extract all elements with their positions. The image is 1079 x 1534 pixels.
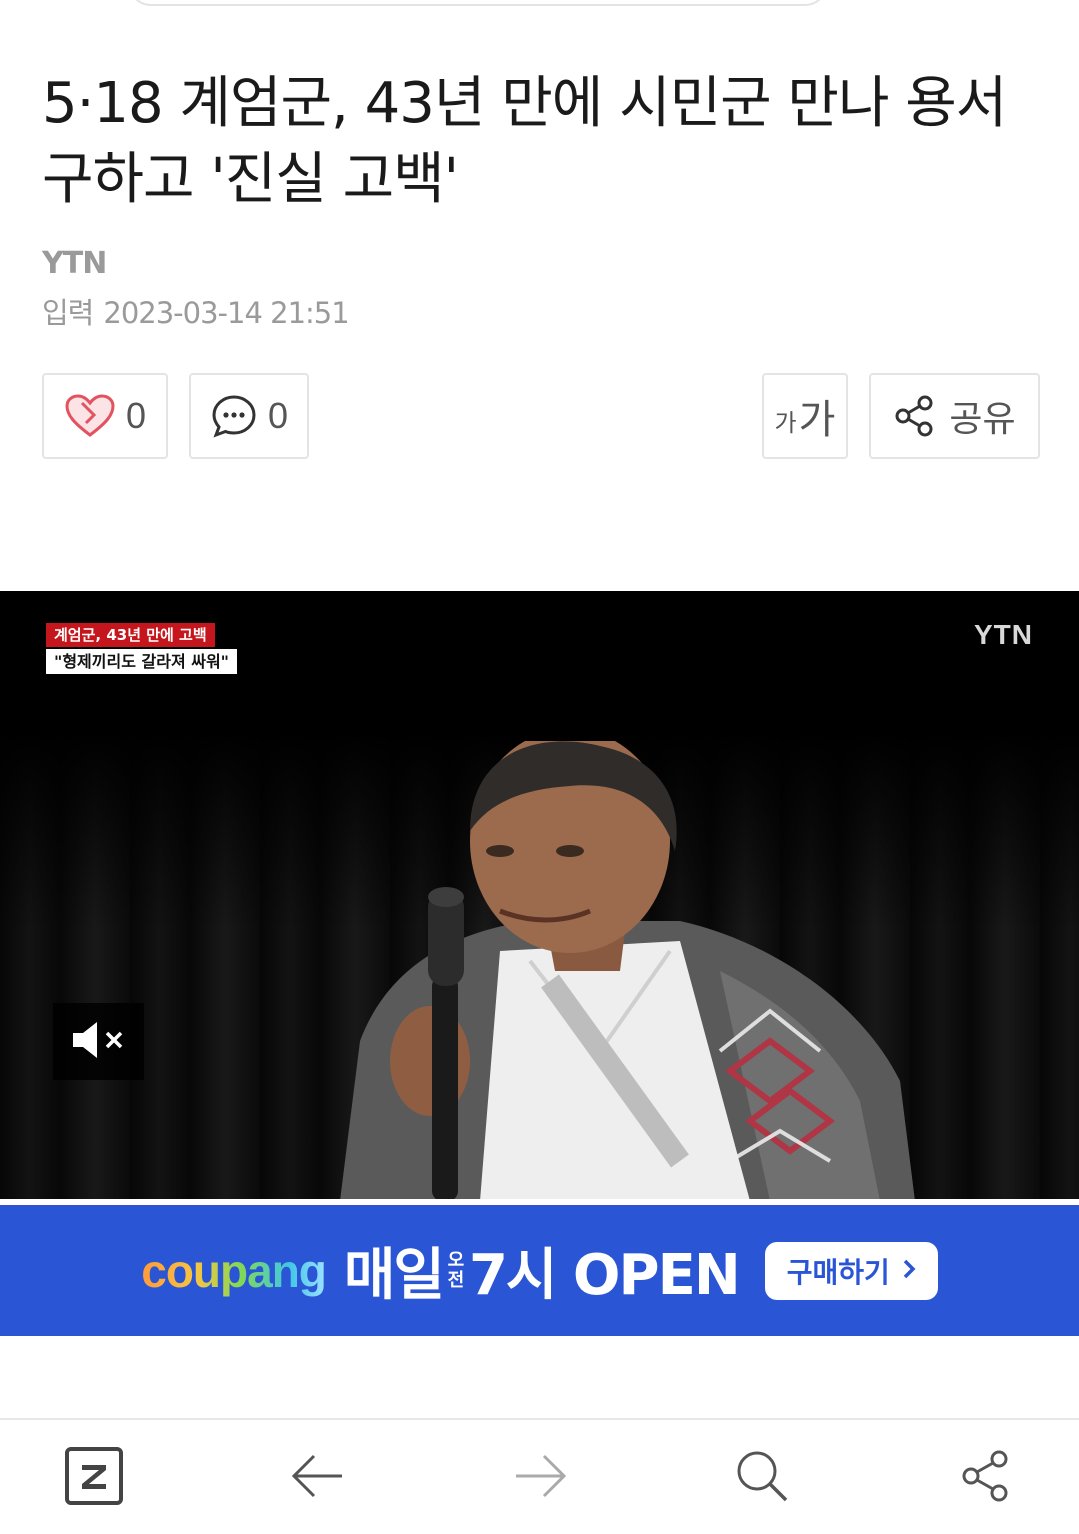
bottom-nav-bar	[0, 1420, 1079, 1534]
channel-logo: YTN	[974, 619, 1033, 650]
like-button[interactable]: 0	[42, 373, 168, 459]
heart-icon	[64, 393, 116, 439]
caption-line2: "형제끼리도 갈라져 싸워"	[46, 649, 238, 674]
share-button[interactable]: 공유	[869, 373, 1040, 459]
font-large-label: 가	[798, 398, 836, 442]
ad-text-small: 오전	[447, 1249, 465, 1291]
chevron-right-icon	[902, 1254, 916, 1287]
nav-share-button[interactable]	[954, 1446, 1018, 1510]
comment-button[interactable]: 0	[189, 373, 309, 459]
share-label: 공유	[949, 398, 1016, 439]
share-icon	[893, 394, 937, 438]
date-value: 2023-03-14 21:51	[103, 296, 349, 330]
comment-count: 0	[267, 395, 289, 436]
mute-button[interactable]	[53, 1003, 144, 1080]
search-icon	[735, 1449, 789, 1507]
ad-cta-button[interactable]: 구매하기	[764, 1241, 938, 1300]
ad-banner[interactable]: coupang 매일 오전 7시 OPEN 구매하기	[0, 1205, 1079, 1336]
date-label: 입력	[42, 296, 94, 330]
search-bar-edge[interactable]	[128, 0, 828, 6]
font-small-label: 가	[774, 409, 797, 437]
ad-cta-label: 구매하기	[786, 1255, 890, 1289]
arrow-left-icon	[290, 1454, 346, 1502]
speaker-figure	[340, 741, 915, 1199]
news-caption: 계엄군, 43년 만에 고백 "형제끼리도 갈라져 싸워"	[46, 623, 238, 674]
font-size-button[interactable]: 가가	[762, 373, 848, 459]
share-icon	[959, 1449, 1013, 1507]
video-player[interactable]: 계엄군, 43년 만에 고백 "형제끼리도 갈라져 싸워" YTN	[0, 591, 1079, 1199]
search-button[interactable]	[730, 1446, 794, 1510]
comment-icon	[210, 393, 258, 439]
like-count: 0	[125, 395, 147, 436]
press-name[interactable]: YTN	[42, 246, 107, 281]
ad-text-time: 7시 OPEN	[468, 1243, 741, 1308]
ad-text-main: 매일	[343, 1243, 445, 1308]
ad-brand-logo: coupang	[141, 1244, 327, 1297]
arrow-right-icon	[512, 1454, 568, 1502]
home-button[interactable]	[62, 1446, 126, 1510]
forward-button[interactable]	[508, 1446, 572, 1510]
z-logo-icon	[64, 1446, 124, 1510]
back-button[interactable]	[286, 1446, 350, 1510]
article-headline: 5·18 계엄군, 43년 만에 시민군 만나 용서 구하고 '진실 고백'	[42, 71, 1007, 212]
speaker-muted-icon	[69, 1018, 129, 1066]
publish-date: 입력 2023-03-14 21:51	[42, 290, 350, 332]
caption-line1: 계엄군, 43년 만에 고백	[46, 623, 215, 647]
